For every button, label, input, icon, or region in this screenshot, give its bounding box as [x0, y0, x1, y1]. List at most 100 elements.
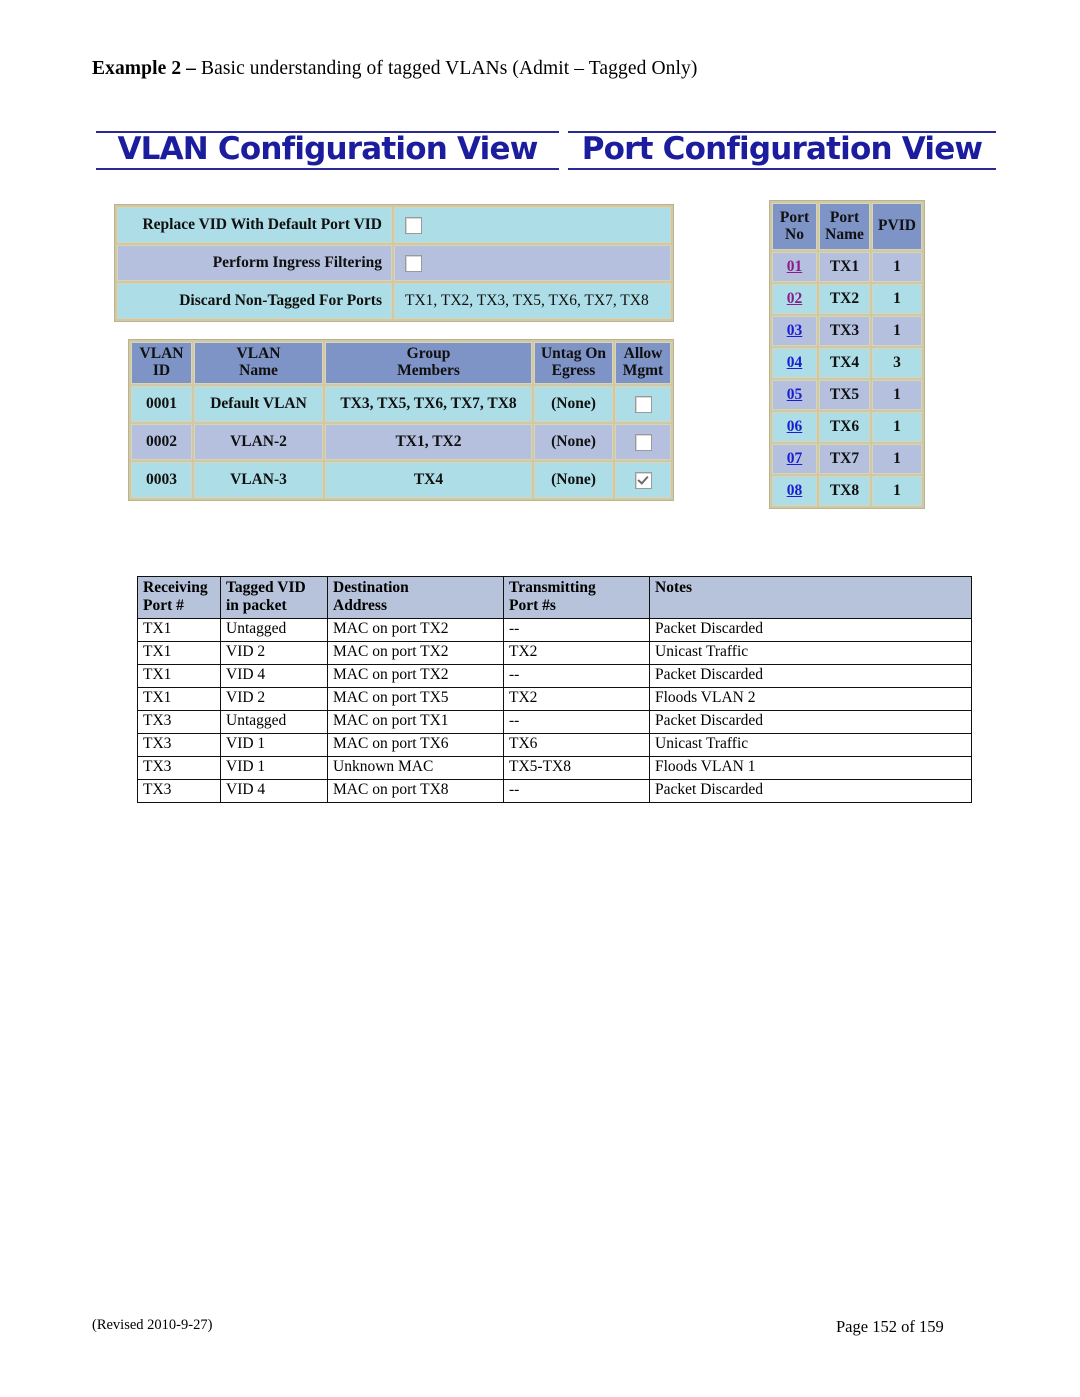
traffic-col-receiving-port: Receiving Port #: [137, 576, 221, 619]
allow-mgmt-checkbox[interactable]: [634, 433, 652, 451]
vlan-table-head: VLAN ID VLAN Name Group Members Untag On…: [131, 342, 671, 384]
vlan-col-untag-egress: Untag On Egress: [534, 342, 613, 384]
table-row: TX1 VID 2 MAC on port TX2 TX2 Unicast Tr…: [137, 641, 972, 665]
port-no-cell[interactable]: 06: [772, 412, 817, 442]
vlan-col-mgmt-line1: Allow: [623, 345, 663, 363]
vlan-configuration-view-title: VLAN Configuration View: [96, 131, 559, 170]
traffic-tagged-vid: Untagged: [220, 710, 328, 734]
port-pvid-cell: 1: [872, 380, 922, 410]
vlan-col-untag-line1: Untag On: [540, 345, 607, 363]
port-table: Port No Port Name PVID 01 TX1 1 02 TX2 1: [769, 200, 925, 509]
vlan-untag-egress-cell: (None): [534, 462, 613, 498]
vlan-allow-mgmt-cell: [615, 386, 671, 422]
table-row: TX3 Untagged MAC on port TX1 -- Packet D…: [137, 710, 972, 734]
setting-row-ingress-filtering: Perform Ingress Filtering: [117, 245, 671, 281]
traffic-table-header-row: Receiving Port # Tagged VID in packet De…: [137, 576, 972, 619]
replace-vid-checkbox[interactable]: [405, 216, 422, 234]
setting-row-replace-vid: Replace VID With Default Port VID: [117, 207, 671, 243]
port-no-cell[interactable]: 01: [772, 252, 817, 282]
traffic-receiving-port: TX3: [137, 779, 221, 803]
port-name-cell: TX1: [819, 252, 870, 282]
vlan-col-group-line2: Members: [397, 362, 460, 379]
port-pvid-cell: 1: [872, 252, 922, 282]
port-link-05[interactable]: 05: [787, 386, 803, 403]
traffic-receiving-port: TX1: [137, 641, 221, 665]
setting-label-replace-vid: Replace VID With Default Port VID: [117, 207, 392, 243]
port-name-cell: TX8: [819, 476, 870, 506]
vlan-table-body: 0001 Default VLAN TX3, TX5, TX6, TX7, TX…: [131, 386, 671, 498]
port-table-header-row: Port No Port Name PVID: [772, 203, 922, 250]
vlan-col-name-line2: Name: [239, 362, 278, 379]
vlan-col-allow-mgmt: Allow Mgmt: [615, 342, 671, 384]
vlan-col-name-line1: VLAN: [236, 345, 281, 363]
traffic-col-receiving-line1: Receiving: [143, 579, 208, 596]
traffic-notes: Packet Discarded: [649, 618, 972, 642]
vlan-group-members-cell: TX4: [325, 462, 532, 498]
vlan-id-cell: 0002: [131, 424, 192, 460]
vlan-group-members-cell: TX1, TX2: [325, 424, 532, 460]
traffic-destination: MAC on port TX1: [327, 710, 504, 734]
port-col-name-line1: Port: [829, 209, 860, 227]
vlan-settings-body: Replace VID With Default Port VID Perfor…: [117, 207, 671, 319]
port-col-name: Port Name: [819, 203, 870, 250]
port-no-cell[interactable]: 07: [772, 444, 817, 474]
table-row: 01 TX1 1: [772, 252, 922, 282]
setting-label-ingress-filtering: Perform Ingress Filtering: [117, 245, 392, 281]
vlan-group-members-cell: TX3, TX5, TX6, TX7, TX8: [325, 386, 532, 422]
traffic-behaviour-table: Receiving Port # Tagged VID in packet De…: [137, 576, 972, 803]
traffic-destination: Unknown MAC: [327, 756, 504, 780]
port-name-cell: TX4: [819, 348, 870, 378]
port-pvid-cell: 1: [872, 412, 922, 442]
port-link-06[interactable]: 06: [787, 418, 803, 435]
traffic-destination: MAC on port TX6: [327, 733, 504, 757]
setting-value-replace-vid: [394, 207, 671, 243]
traffic-tagged-vid: VID 1: [220, 733, 328, 757]
port-col-no: Port No: [772, 203, 817, 250]
vlan-name-cell: Default VLAN: [194, 386, 323, 422]
traffic-destination: MAC on port TX2: [327, 664, 504, 688]
port-link-08[interactable]: 08: [787, 482, 803, 499]
traffic-col-transmitting: Transmitting Port #s: [503, 576, 650, 619]
port-name-cell: TX7: [819, 444, 870, 474]
traffic-col-dest-line1: Destination: [333, 579, 409, 596]
port-link-07[interactable]: 07: [787, 450, 803, 467]
vlan-name-cell: VLAN-2: [194, 424, 323, 460]
traffic-receiving-port: TX1: [137, 687, 221, 711]
port-link-04[interactable]: 04: [787, 354, 803, 371]
traffic-transmitting: TX2: [503, 687, 650, 711]
traffic-transmitting: --: [503, 664, 650, 688]
vlan-allow-mgmt-cell: [615, 462, 671, 498]
table-row: TX3 VID 1 Unknown MAC TX5-TX8 Floods VLA…: [137, 756, 972, 780]
traffic-tagged-vid: VID 4: [220, 779, 328, 803]
traffic-notes: Packet Discarded: [649, 779, 972, 803]
port-pvid-cell: 1: [872, 476, 922, 506]
vlan-untag-egress-cell: (None): [534, 424, 613, 460]
traffic-notes: Packet Discarded: [649, 664, 972, 688]
traffic-tagged-vid: VID 1: [220, 756, 328, 780]
port-link-03[interactable]: 03: [787, 322, 803, 339]
vlan-name-cell: VLAN-3: [194, 462, 323, 498]
ingress-filtering-checkbox[interactable]: [405, 254, 422, 272]
port-no-cell[interactable]: 04: [772, 348, 817, 378]
traffic-table-body: TX1 Untagged MAC on port TX2 -- Packet D…: [137, 618, 972, 803]
port-no-cell[interactable]: 02: [772, 284, 817, 314]
traffic-destination: MAC on port TX2: [327, 641, 504, 665]
allow-mgmt-checkbox[interactable]: [634, 471, 652, 489]
traffic-col-tx-line2: Port #s: [509, 597, 556, 615]
port-link-01[interactable]: 01: [787, 258, 803, 275]
port-pvid-cell: 3: [872, 348, 922, 378]
port-no-cell[interactable]: 08: [772, 476, 817, 506]
traffic-transmitting: TX6: [503, 733, 650, 757]
port-link-02[interactable]: 02: [787, 290, 803, 307]
port-no-cell[interactable]: 03: [772, 316, 817, 346]
allow-mgmt-checkbox[interactable]: [634, 395, 652, 413]
table-row: TX1 VID 4 MAC on port TX2 -- Packet Disc…: [137, 664, 972, 688]
setting-label-discard-non-tagged: Discard Non-Tagged For Ports: [117, 283, 392, 319]
port-col-pvid: PVID: [872, 203, 922, 250]
traffic-transmitting: TX2: [503, 641, 650, 665]
port-no-cell[interactable]: 05: [772, 380, 817, 410]
table-row: TX1 VID 2 MAC on port TX5 TX2 Floods VLA…: [137, 687, 972, 711]
vlan-col-id: VLAN ID: [131, 342, 192, 384]
traffic-col-tx-line1: Transmitting: [509, 579, 596, 596]
vlan-allow-mgmt-cell: [615, 424, 671, 460]
